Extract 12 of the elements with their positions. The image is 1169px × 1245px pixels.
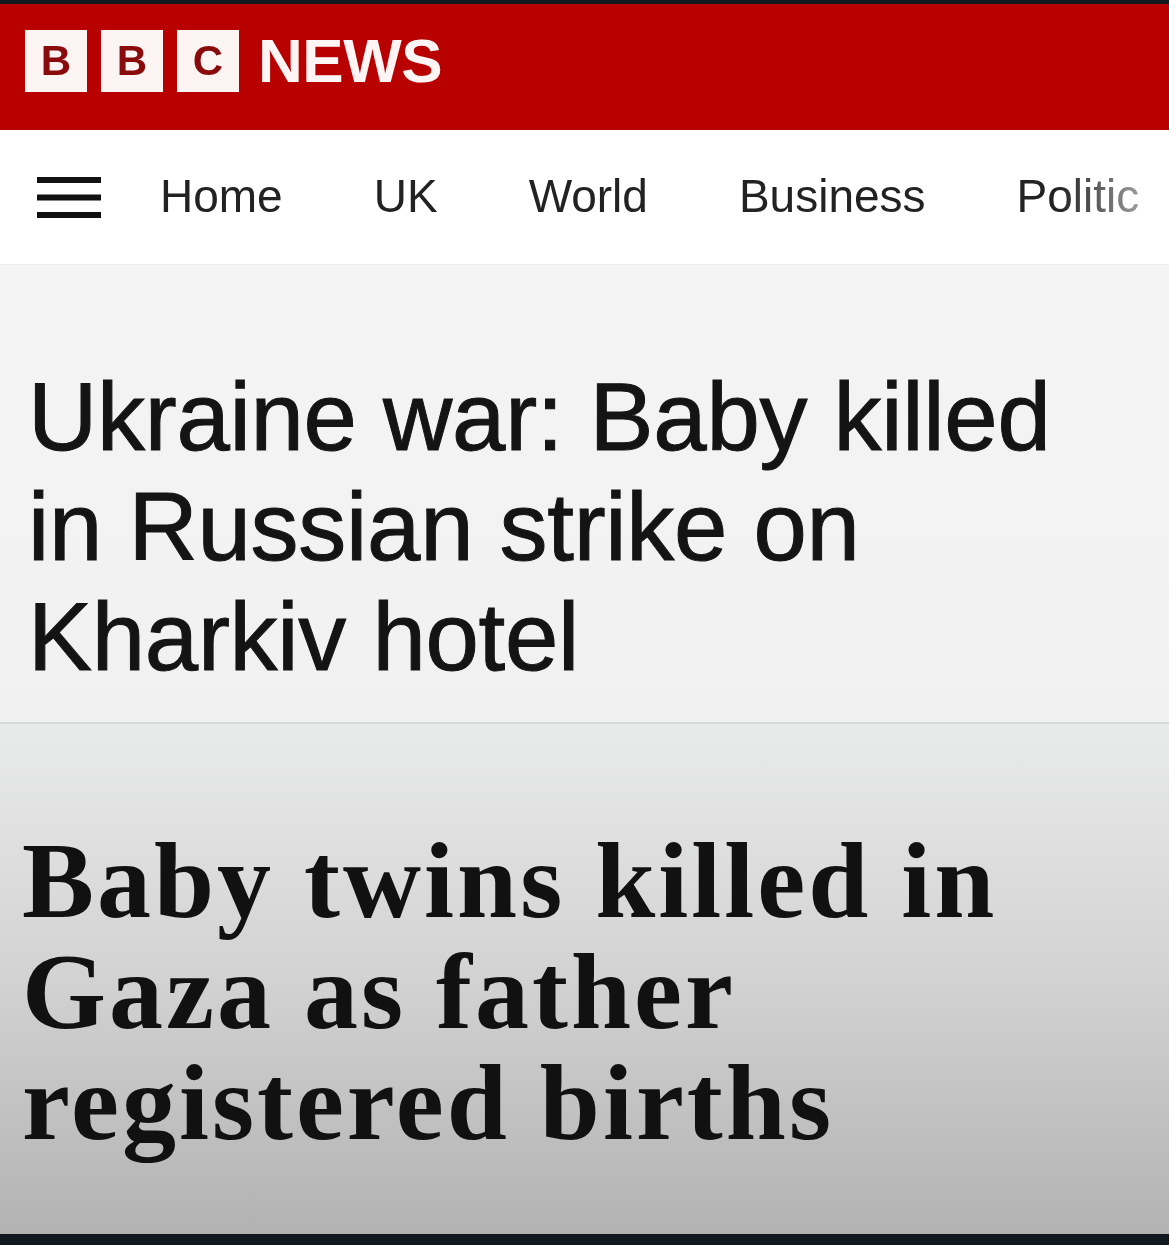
headline[interactable]: Ukraine war: Baby killed in Russian strike on Kharkiv hotel [28,362,1098,692]
headline[interactable]: Baby twins killed in Gaza as father registered births [22,811,1032,1172]
logo-letter: B [101,30,163,92]
logo-text: NEWS [258,30,442,92]
nav-link[interactable]: UK [373,169,438,225]
nav-link[interactable]: Home [160,169,283,225]
menu-icon[interactable] [37,176,101,218]
logo-letter: B [25,30,87,92]
nav-link[interactable]: World [528,169,648,225]
nav-link[interactable]: Politic [1016,169,1140,225]
nav-link[interactable]: Business [738,169,926,225]
logo-letter: C [177,30,239,92]
